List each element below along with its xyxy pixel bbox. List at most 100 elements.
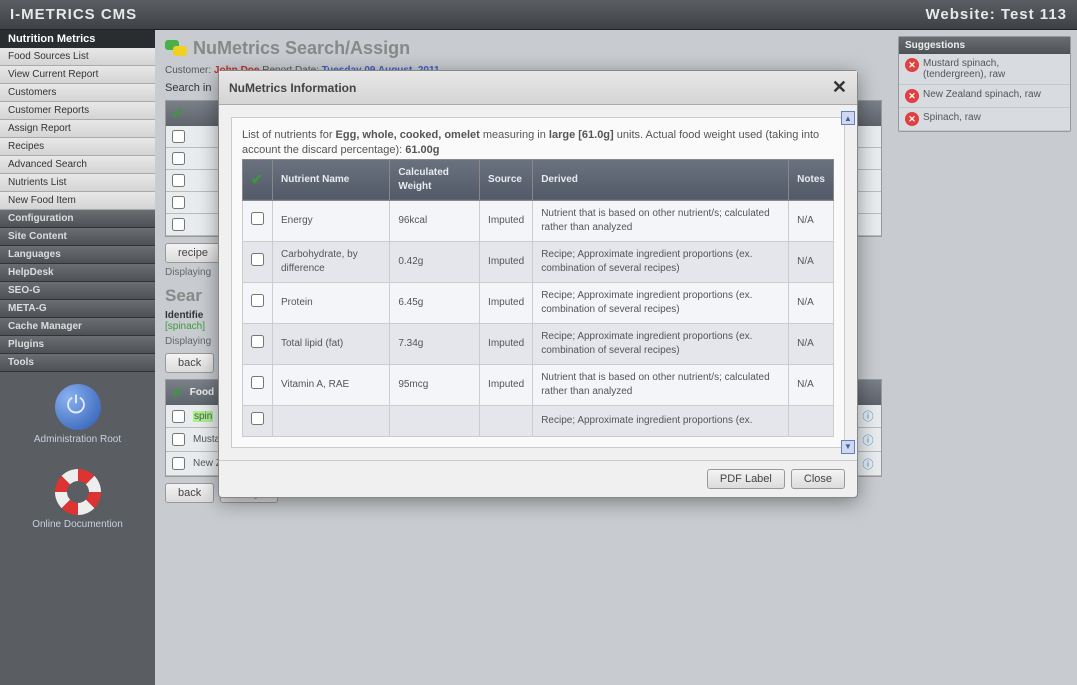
- sidebar-item[interactable]: Plugins: [0, 336, 155, 354]
- notes: N/A: [789, 323, 834, 364]
- col-header: Nutrient Name: [273, 159, 390, 200]
- sidebar-item[interactable]: New Food Item: [0, 192, 155, 210]
- derived: Nutrient that is based on other nutrient…: [533, 200, 789, 241]
- col-header: Notes: [789, 159, 834, 200]
- source: Imputed: [480, 241, 533, 282]
- modal-footer: PDF Label Close: [219, 460, 857, 497]
- close-button[interactable]: Close: [791, 469, 845, 489]
- calc-weight: 95mcg: [390, 364, 480, 405]
- col-header: Source: [480, 159, 533, 200]
- info-icon[interactable]: ⓘ: [861, 409, 875, 423]
- notes: N/A: [789, 200, 834, 241]
- power-icon: [55, 384, 101, 430]
- sidebar-item[interactable]: Customers: [0, 84, 155, 102]
- nutrient-name: Protein: [273, 282, 390, 323]
- row-checkbox[interactable]: [172, 433, 185, 446]
- row-checkbox[interactable]: [251, 212, 264, 225]
- calc-weight: 0.42g: [390, 241, 480, 282]
- row-checkbox[interactable]: [172, 152, 185, 165]
- suggestions-panel: Suggestions ✕Mustard spinach, (tendergre…: [898, 36, 1071, 132]
- scroll-up-icon[interactable]: ▲: [841, 111, 855, 125]
- sidebar-item[interactable]: Assign Report: [0, 120, 155, 138]
- calc-weight: [390, 405, 480, 436]
- remove-icon[interactable]: ✕: [905, 89, 919, 103]
- recipe-button[interactable]: recipe: [165, 243, 221, 263]
- nutrient-name: [273, 405, 390, 436]
- nutrient-row: Carbohydrate, by difference0.42gImputedR…: [243, 241, 834, 282]
- sidebar-item[interactable]: Food Sources List: [0, 48, 155, 66]
- sidebar-item[interactable]: Recipes: [0, 138, 155, 156]
- sidebar-item[interactable]: Languages: [0, 246, 155, 264]
- suggestion-item[interactable]: ✕Spinach, raw: [899, 108, 1070, 131]
- info-icon[interactable]: ⓘ: [861, 433, 875, 447]
- row-checkbox[interactable]: [172, 174, 185, 187]
- derived: Recipe; Approximate ingredient proportio…: [533, 241, 789, 282]
- derived: Recipe; Approximate ingredient proportio…: [533, 282, 789, 323]
- nutrient-table: ✔Nutrient NameCalculated WeightSourceDer…: [242, 159, 834, 437]
- pdf-label-button[interactable]: PDF Label: [707, 469, 785, 489]
- page-title: NuMetrics Search/Assign: [165, 38, 882, 59]
- sidebar-item[interactable]: META-G: [0, 300, 155, 318]
- notes: [789, 405, 834, 436]
- nutrient-row: Total lipid (fat)7.34gImputedRecipe; App…: [243, 323, 834, 364]
- scroll-down-icon[interactable]: ▼: [841, 440, 855, 454]
- row-checkbox[interactable]: [251, 253, 264, 266]
- row-checkbox[interactable]: [172, 196, 185, 209]
- sidebar-item[interactable]: Advanced Search: [0, 156, 155, 174]
- chat-bubble-icon: [165, 40, 187, 58]
- derived: Recipe; Approximate ingredient proportio…: [533, 405, 789, 436]
- online-doc-label: Online Documention: [0, 519, 155, 530]
- source: [480, 405, 533, 436]
- suggestion-item[interactable]: ✕New Zealand spinach, raw: [899, 85, 1070, 108]
- sidebar-item[interactable]: Tools: [0, 354, 155, 372]
- modal-titlebar: NuMetrics Information ✕: [219, 71, 857, 105]
- col-header: Calculated Weight: [390, 159, 480, 200]
- suggestion-item[interactable]: ✕Mustard spinach, (tendergreen), raw: [899, 54, 1070, 85]
- sidebar-left: Nutrition Metrics Food Sources ListView …: [0, 30, 155, 685]
- nutrient-row: Recipe; Approximate ingredient proportio…: [243, 405, 834, 436]
- check-icon: ✔: [172, 105, 184, 122]
- back-button[interactable]: back: [165, 353, 214, 373]
- nutrient-name: Carbohydrate, by difference: [273, 241, 390, 282]
- row-checkbox[interactable]: [172, 218, 185, 231]
- suggestions-title: Suggestions: [899, 37, 1070, 54]
- sidebar-item[interactable]: Site Content: [0, 228, 155, 246]
- website-label: Website: Test 113: [926, 6, 1068, 23]
- calc-weight: 7.34g: [390, 323, 480, 364]
- modal-title-text: NuMetrics Information: [229, 81, 356, 95]
- remove-icon[interactable]: ✕: [905, 112, 919, 126]
- info-box: List of nutrients for Egg, whole, cooked…: [231, 117, 845, 448]
- nutrient-name: Vitamin A, RAE: [273, 364, 390, 405]
- admin-root-label: Administration Root: [0, 434, 155, 445]
- row-checkbox[interactable]: [172, 457, 185, 470]
- notes: N/A: [789, 282, 834, 323]
- row-checkbox[interactable]: [251, 294, 264, 307]
- row-checkbox[interactable]: [251, 335, 264, 348]
- remove-icon[interactable]: ✕: [905, 58, 919, 72]
- row-checkbox[interactable]: [172, 410, 185, 423]
- sidebar-item[interactable]: Nutrients List: [0, 174, 155, 192]
- nav-section-title: Nutrition Metrics: [0, 30, 155, 48]
- row-checkbox[interactable]: [251, 376, 264, 389]
- admin-root-block[interactable]: Administration Root: [0, 372, 155, 457]
- row-checkbox[interactable]: [251, 412, 264, 425]
- sidebar-item[interactable]: HelpDesk: [0, 264, 155, 282]
- col-header: Derived: [533, 159, 789, 200]
- sidebar-item[interactable]: Configuration: [0, 210, 155, 228]
- modal-body: List of nutrients for Egg, whole, cooked…: [219, 105, 857, 460]
- sidebar-item[interactable]: View Current Report: [0, 66, 155, 84]
- close-icon[interactable]: ✕: [832, 77, 847, 98]
- sidebar-item[interactable]: SEO-G: [0, 282, 155, 300]
- nutrient-row: Energy96kcalImputedNutrient that is base…: [243, 200, 834, 241]
- online-doc-block[interactable]: Online Documention: [0, 457, 155, 542]
- nutrient-name: Energy: [273, 200, 390, 241]
- info-icon[interactable]: ⓘ: [861, 457, 875, 471]
- numetrics-modal: NuMetrics Information ✕ List of nutrient…: [218, 70, 858, 498]
- calc-weight: 6.45g: [390, 282, 480, 323]
- derived: Recipe; Approximate ingredient proportio…: [533, 323, 789, 364]
- back-button-2[interactable]: back: [165, 483, 214, 503]
- row-checkbox[interactable]: [172, 130, 185, 143]
- notes: N/A: [789, 241, 834, 282]
- sidebar-item[interactable]: Cache Manager: [0, 318, 155, 336]
- sidebar-item[interactable]: Customer Reports: [0, 102, 155, 120]
